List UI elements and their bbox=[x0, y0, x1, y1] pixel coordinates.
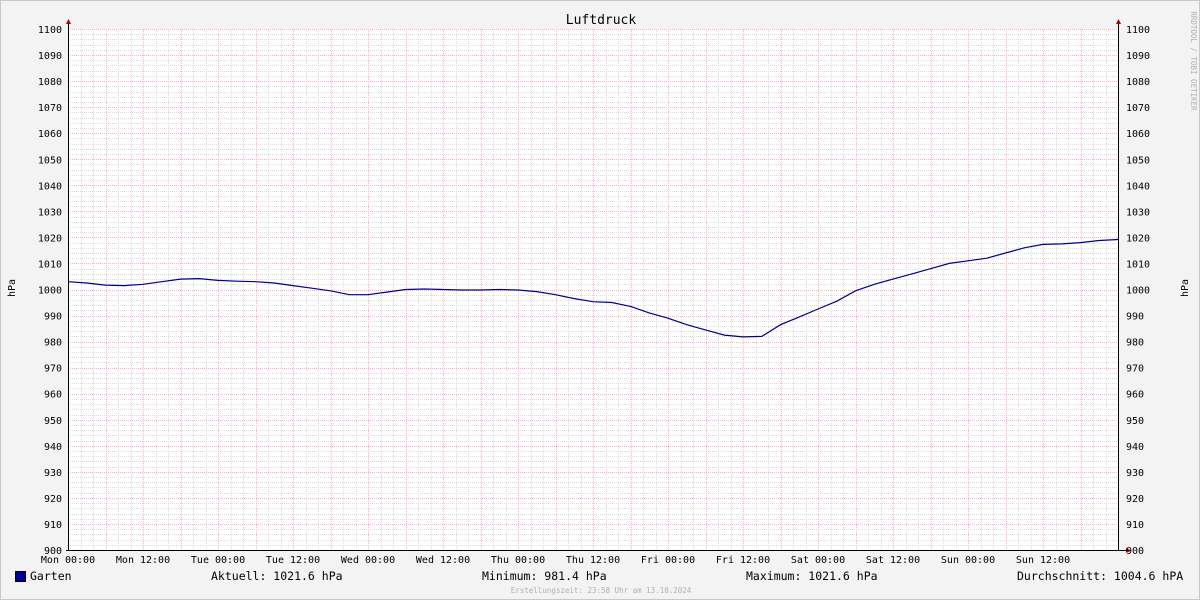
y-tick-label-right: 990 bbox=[1126, 312, 1144, 323]
y-tick-label-right: 1040 bbox=[1126, 181, 1150, 192]
y-tick-label-left: 1010 bbox=[38, 259, 62, 270]
y-tick-label-left: 990 bbox=[44, 312, 62, 323]
y-tick-label-left: 1070 bbox=[38, 103, 62, 114]
y-tick-label-left: 980 bbox=[44, 338, 62, 349]
x-tick-label: Fri 12:00 bbox=[716, 555, 770, 566]
y-tick-label-right: 1050 bbox=[1126, 155, 1150, 166]
y-tick-label-left: 1030 bbox=[38, 207, 62, 218]
x-tick-label: Sat 00:00 bbox=[791, 555, 845, 566]
pressure-chart: 900 900910 910920 920930 930940 940950 950960 9… bbox=[7, 11, 1198, 566]
y-tick-label-left: 920 bbox=[44, 494, 62, 505]
y-tick-label-right: 920 bbox=[1126, 494, 1144, 505]
y-tick-label-right: 950 bbox=[1126, 416, 1144, 427]
y-axis-arrow-right bbox=[1116, 19, 1121, 24]
y-tick-label-left: 940 bbox=[44, 442, 62, 453]
y-tick-label-left: 1050 bbox=[38, 155, 62, 166]
creation-timestamp: Erstellungszeit: 23:58 Uhr am 13.10.2024 bbox=[510, 586, 692, 595]
x-tick-label: Tue 00:00 bbox=[191, 555, 245, 566]
y-tick-label-right: 1080 bbox=[1126, 77, 1150, 88]
y-tick-label-left: 1090 bbox=[38, 51, 62, 62]
y-tick-label-left: 910 bbox=[44, 520, 62, 531]
y-tick-label-right: 940 bbox=[1126, 442, 1144, 453]
x-tick-label: Mon 12:00 bbox=[116, 555, 170, 566]
y-tick-label-right: 930 bbox=[1126, 468, 1144, 479]
graph-frame: 900 900 910 910 920 920 930 930 940 940 950 950 960 9… bbox=[0, 0, 1200, 600]
y-tick-label-left: 930 bbox=[44, 468, 62, 479]
y-tick-label-right: 1070 bbox=[1126, 103, 1150, 114]
y-tick-label-right: 900 bbox=[1126, 546, 1144, 557]
x-tick-label: Fri 00:00 bbox=[641, 555, 695, 566]
y-tick-label-right: 1100 bbox=[1126, 25, 1150, 36]
watermark: RRDTOOL / TOBI OETIKER bbox=[1189, 11, 1198, 111]
y-tick-label-right: 1010 bbox=[1126, 259, 1150, 270]
y-tick-label-right: 970 bbox=[1126, 364, 1144, 375]
y-tick-label-right: 980 bbox=[1126, 338, 1144, 349]
y-tick-label-left: 1100 bbox=[38, 25, 62, 36]
y-tick-label-left: 960 bbox=[44, 390, 62, 401]
y-tick-label-right: 960 bbox=[1126, 390, 1144, 401]
y-tick-label-left: 1020 bbox=[38, 233, 62, 244]
y-axis-label-left: hPa bbox=[7, 279, 18, 297]
y-tick-label-right: 1030 bbox=[1126, 207, 1150, 218]
stat-minimum: Minimum: 981.4 hPa bbox=[482, 569, 607, 583]
x-tick-label: Thu 12:00 bbox=[566, 555, 620, 566]
x-tick-label: Sun 12:00 bbox=[1016, 555, 1070, 566]
y-tick-label-right: 910 bbox=[1126, 520, 1144, 531]
y-tick-label-right: 1090 bbox=[1126, 51, 1150, 62]
legend: Garten Aktuell: 1021.6 hPa Minimum: 981.… bbox=[1, 569, 1200, 585]
y-tick-label-right: 1020 bbox=[1126, 233, 1150, 244]
x-tick-label: Sat 12:00 bbox=[866, 555, 920, 566]
x-tick-label: Sun 00:00 bbox=[941, 555, 995, 566]
x-tick-label: Wed 00:00 bbox=[341, 555, 395, 566]
stat-maximum: Maximum: 1021.6 hPa bbox=[746, 569, 878, 583]
x-tick-label: Tue 12:00 bbox=[266, 555, 320, 566]
y-tick-label-right: 1060 bbox=[1126, 129, 1150, 140]
chart-title: Luftdruck bbox=[566, 13, 637, 28]
x-tick-label: Thu 00:00 bbox=[491, 555, 545, 566]
x-tick-label: Mon 00:00 bbox=[41, 555, 95, 566]
y-tick-label-left: 1000 bbox=[38, 286, 62, 297]
y-tick-label-left: 1060 bbox=[38, 129, 62, 140]
y-tick-label-right: 1000 bbox=[1126, 286, 1150, 297]
stat-aktuell: Aktuell: 1021.6 hPa bbox=[211, 569, 343, 583]
y-axis-arrow-left bbox=[66, 19, 71, 24]
x-tick-label: Wed 12:00 bbox=[416, 555, 470, 566]
y-tick-label-left: 1040 bbox=[38, 181, 62, 192]
y-tick-label-left: 950 bbox=[44, 416, 62, 427]
y-tick-label-left: 970 bbox=[44, 364, 62, 375]
legend-series-name: Garten bbox=[30, 569, 72, 583]
stat-durchschnitt: Durchschnitt: 1004.6 hPA bbox=[1017, 569, 1184, 583]
y-tick-label-left: 1080 bbox=[38, 77, 62, 88]
y-axis-label-right: hPa bbox=[1180, 279, 1191, 297]
